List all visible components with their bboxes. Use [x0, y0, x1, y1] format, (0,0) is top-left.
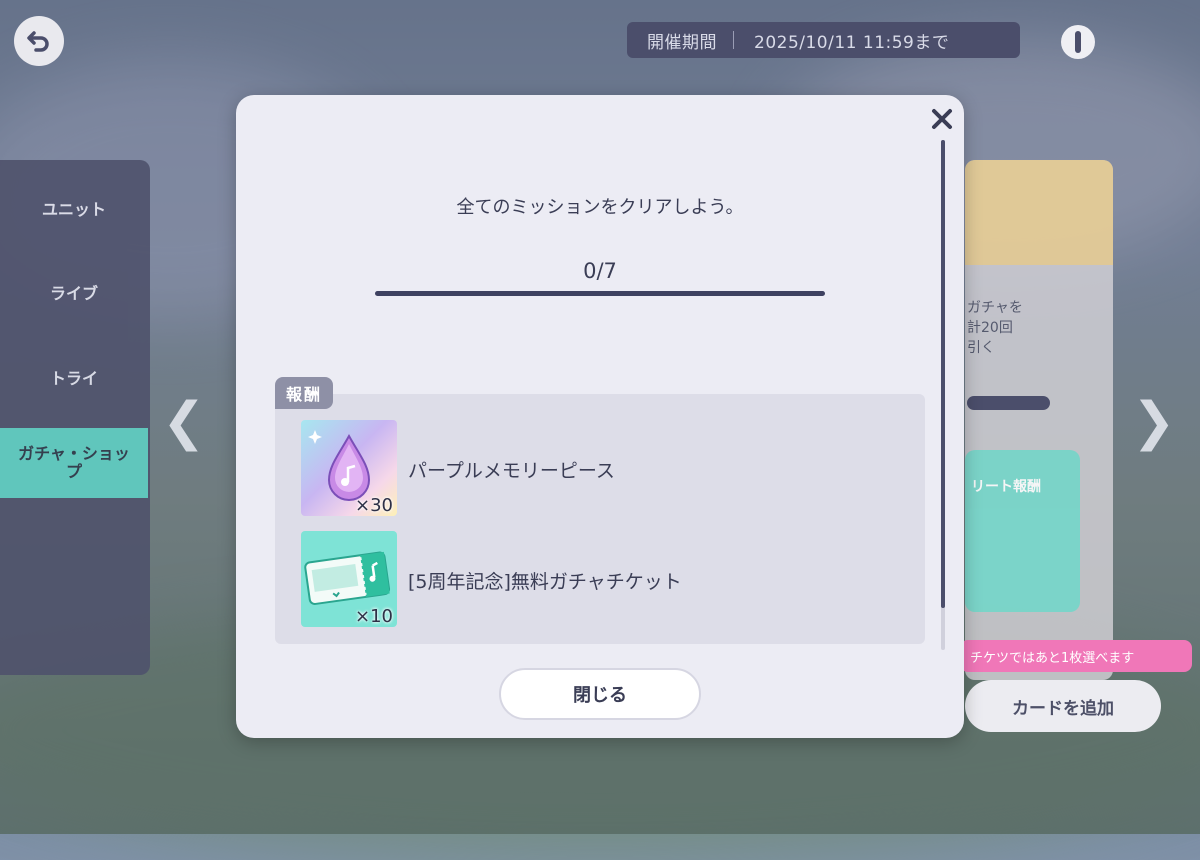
mission-description: 全てのミッションをクリアしよう。	[456, 197, 744, 218]
reward-name: パープルメモリーピース	[408, 460, 615, 482]
background-reward-panel: リート報酬	[965, 450, 1080, 612]
next-arrow-icon[interactable]: ❯	[1132, 392, 1176, 452]
sidebar-item-unit[interactable]: ユニット	[0, 175, 148, 245]
background-card-progress	[967, 396, 1050, 410]
background-card-line: 計20回	[967, 320, 1013, 336]
background-card-text: ガチャを 計20回 引く	[967, 298, 1057, 358]
sidebar-item-label: ユニット	[41, 200, 106, 219]
mission-progress-bar	[375, 291, 825, 296]
prev-arrow-icon[interactable]: ❮	[162, 392, 206, 452]
mission-dialog: 全てのミッションをクリアしよう。 0/7 ×30 パープルメモリーピース ×10…	[236, 95, 964, 738]
reward-name: [5周年記念]無料ガチャチケット	[408, 571, 682, 593]
reward-list: ×30 パープルメモリーピース ×10 [5周年記念]無料ガチャチケット	[275, 394, 925, 644]
background-card-line: ガチャを	[967, 300, 1023, 316]
close-icon[interactable]	[928, 105, 956, 133]
add-card-button[interactable]: カードを追加	[965, 680, 1161, 732]
sidebar-item-gacha-shop[interactable]: ガチャ・ショップ	[0, 428, 148, 498]
background-card-header	[965, 160, 1113, 265]
reward-item: ×30 パープルメモリーピース	[301, 420, 921, 516]
background-reward-banner: リート報酬	[971, 479, 1041, 495]
back-arrow-icon	[27, 31, 49, 52]
mission-progress-text: 0/7	[583, 259, 617, 283]
purple-memory-piece-icon: ×30	[301, 420, 397, 516]
sidebar-item-label: ガチャ・ショップ	[18, 444, 130, 481]
info-button[interactable]	[1061, 25, 1095, 59]
divider	[733, 31, 734, 49]
sidebar-item-label: ライブ	[49, 284, 98, 303]
reward-item: ×10 [5周年記念]無料ガチャチケット	[301, 531, 921, 627]
back-button[interactable]	[14, 16, 64, 66]
event-period: 開催期間 2025/10/11 11:59まで	[627, 22, 1020, 58]
reward-quantity: ×10	[355, 606, 393, 627]
sidebar-item-try[interactable]: トライ	[0, 344, 148, 414]
info-icon	[1075, 31, 1081, 53]
close-button[interactable]: 閉じる	[499, 668, 701, 720]
reward-quantity: ×30	[355, 495, 393, 516]
event-period-value: 2025/10/11 11:59まで	[754, 32, 950, 53]
reward-label: 報酬	[275, 377, 333, 409]
event-period-label: 開催期間	[647, 32, 717, 53]
sidebar-item-live[interactable]: ライブ	[0, 259, 148, 329]
sidebar: ユニット ライブ トライ ガチャ・ショップ	[0, 160, 150, 675]
background-notice: チケツではあと1枚選べます	[960, 640, 1192, 672]
sidebar-item-label: トライ	[49, 369, 98, 388]
background-card-line: 引く	[967, 340, 995, 356]
gacha-ticket-icon: ×10	[301, 531, 397, 627]
